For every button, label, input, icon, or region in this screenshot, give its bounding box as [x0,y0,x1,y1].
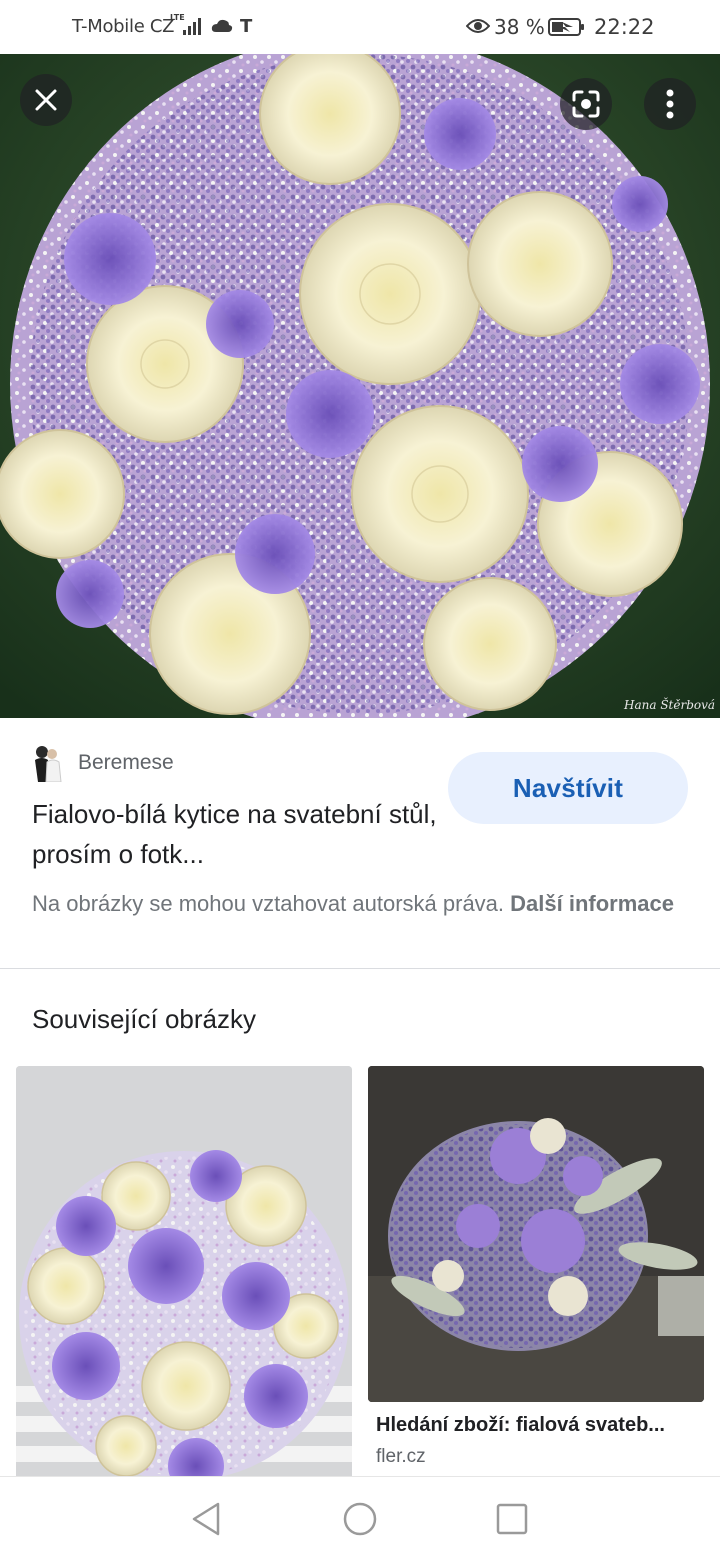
source-name[interactable]: Beremese [78,751,174,775]
result-title[interactable]: Fialovo-bílá kytice na svatební stůl, pr… [32,794,442,874]
nav-back-button[interactable] [186,1499,226,1539]
related-site-2[interactable]: fler.cz [376,1446,426,1468]
hero-image[interactable] [0,54,720,718]
nav-recents-button[interactable] [492,1499,532,1539]
copyright-notice: Na obrázky se mohou vztahovat autorská p… [32,888,692,920]
nav-home-button[interactable] [340,1499,380,1539]
more-vert-icon [666,89,674,119]
system-nav-bar [0,1476,720,1560]
visit-button[interactable]: Navštívit [448,752,688,824]
eye-comfort-icon [466,19,490,33]
more-options-button[interactable] [644,78,696,130]
close-icon [35,89,57,111]
bouquet-image [0,54,720,718]
image-watermark: Hana Štěrbová [624,698,716,712]
close-button[interactable] [20,74,72,126]
related-image-2[interactable] [368,1066,704,1402]
related-image-1[interactable] [16,1066,352,1486]
back-triangle-icon [192,1502,220,1536]
related-thumbnail-1 [16,1066,352,1486]
carrier-name: T-Mobile CZ [72,16,175,37]
copyright-text: Na obrázky se mohou vztahovat autorská p… [32,891,505,916]
source-avatar [35,746,62,782]
recents-square-icon [496,1503,528,1535]
google-lens-icon [572,90,600,118]
status-bar: T-Mobile CZ LTE T 38 % 22:22 [0,0,720,54]
signal-icon [183,18,201,35]
cloud-icon [211,19,233,32]
battery-percent: 38 % [494,15,545,39]
clock: 22:22 [594,15,655,39]
related-heading: Související obrázky [32,1004,256,1034]
related-thumbnail-2 [368,1066,704,1402]
operator-logo: T [240,16,253,37]
google-lens-button[interactable] [560,78,612,130]
section-divider [0,968,720,969]
home-circle-icon [343,1502,377,1536]
battery-icon [548,18,584,36]
more-info-link[interactable]: Další informace [510,891,674,916]
related-caption-2[interactable]: Hledání zboží: fialová svateb... [376,1414,696,1437]
